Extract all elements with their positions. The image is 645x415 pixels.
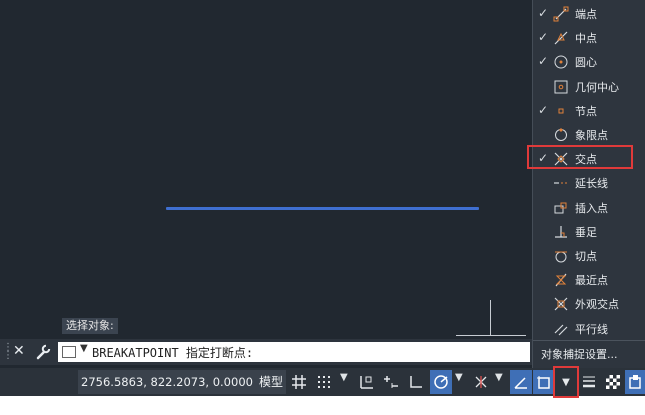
infer-constraints-icon	[360, 376, 373, 389]
osnap-item-perpendicular[interactable]: 垂足	[533, 220, 645, 244]
osnap-item-parallel[interactable]: 平行线	[533, 317, 645, 341]
osnap-item-geometric-center[interactable]: 几何中心	[533, 75, 645, 99]
object-snap-tracking-button[interactable]	[510, 370, 532, 394]
infer-constraints-button[interactable]	[356, 370, 378, 394]
grid-button[interactable]	[288, 370, 310, 394]
osnap-item-label: 平行线	[575, 322, 608, 336]
highlight-box-intersection	[527, 145, 633, 169]
osnap-item-label: 插入点	[575, 201, 608, 215]
object-snap-tracking-icon	[514, 377, 527, 389]
isometric-button[interactable]	[470, 370, 492, 394]
object-snap-menu: ✓ 端点 ✓ 中点 ✓ 圆心 几何中心 ✓ 节点 象限点 ✓ 交点 延长线 插入点 垂足 切点 最近点 外观交点平…	[532, 0, 645, 368]
insertion-icon	[554, 202, 567, 214]
osnap-item-label: 端点	[575, 8, 597, 21]
command-line-bar: ⋮ ⋮ ✕ ▼ BREAKATPOINT 指定打断点:	[0, 339, 532, 365]
ucs-axis-y	[490, 300, 491, 336]
transparency-icon	[606, 375, 620, 389]
close-icon[interactable]: ✕	[13, 343, 25, 359]
polar-tracking-icon	[434, 375, 448, 389]
chevron-down-icon[interactable]: ▼	[495, 372, 503, 383]
object-snap-settings-item[interactable]: 对象捕捉设置...	[541, 346, 618, 362]
osnap-item-label: 最近点	[575, 274, 608, 288]
polar-tracking-button[interactable]	[430, 370, 452, 394]
osnap-item-center[interactable]: ✓ 圆心	[533, 50, 645, 74]
center-icon	[554, 55, 568, 69]
osnap-item-label: 圆心	[575, 56, 597, 70]
object-snap-button[interactable]	[533, 370, 555, 394]
osnap-item-label: 象限点	[575, 129, 608, 142]
ucs-axis-x	[456, 335, 526, 336]
coordinates-readout[interactable]: 2756.5863, 822.2073, 0.0000	[78, 370, 256, 394]
dynamic-input-button[interactable]	[380, 370, 402, 394]
selection-cycling-icon	[629, 375, 641, 389]
transparency-button[interactable]	[602, 370, 624, 394]
extension-icon	[554, 182, 568, 184]
perpendicular-icon	[555, 225, 567, 238]
osnap-item-label: 中点	[575, 32, 597, 46]
chevron-down-icon[interactable]: ▼	[455, 372, 463, 383]
command-prompt-hint: 选择对象:	[62, 318, 118, 334]
dynamic-input-icon	[384, 376, 398, 388]
osnap-item-quadrant[interactable]: 象限点	[533, 123, 645, 147]
checkmark-icon: ✓	[538, 6, 549, 20]
parallel-icon	[554, 324, 568, 336]
osnap-item-nearest[interactable]: 最近点	[533, 268, 645, 292]
node-icon	[558, 108, 564, 114]
ortho-button[interactable]	[405, 370, 427, 394]
osnap-item-endpoint[interactable]: ✓ 端点	[533, 2, 645, 26]
checkmark-icon: ✓	[538, 30, 549, 45]
nearest-icon	[555, 273, 567, 287]
ortho-icon	[410, 376, 422, 388]
osnap-item-label: 几何中心	[575, 80, 619, 94]
command-text: BREAKATPOINT 指定打断点:	[92, 346, 254, 360]
checkmark-icon: ✓	[538, 102, 549, 117]
snap-grid-icon	[318, 376, 330, 388]
endpoint-icon	[553, 6, 569, 22]
highlight-box-osnap-dropdown	[553, 366, 579, 398]
grid-icon	[292, 375, 306, 389]
model-space-button[interactable]: 模型	[256, 370, 286, 394]
osnap-item-label: 垂足	[575, 225, 597, 239]
apparent-intersection-icon	[554, 297, 568, 311]
command-history-icon[interactable]	[62, 346, 76, 358]
geometric-center-icon	[554, 80, 568, 94]
osnap-item-label: 外观交点	[575, 298, 619, 312]
chevron-down-icon[interactable]: ▼	[80, 343, 88, 354]
command-input[interactable]: ▼ BREAKATPOINT 指定打断点:	[58, 342, 530, 362]
osnap-item-apparent-intersection[interactable]: 外观交点	[533, 292, 645, 316]
lineweight-icon	[583, 376, 595, 388]
tangent-icon	[555, 251, 567, 263]
osnap-item-midpoint[interactable]: ✓ 中点	[533, 26, 645, 50]
selection-cycling-button[interactable]	[625, 370, 645, 394]
osnap-item-tangent[interactable]: 切点	[533, 244, 645, 268]
wrench-icon[interactable]	[35, 344, 51, 360]
drawn-line[interactable]	[166, 207, 479, 210]
quadrant-icon	[555, 128, 567, 141]
snap-mode-button[interactable]	[313, 370, 335, 394]
osnap-item-insertion[interactable]: 插入点	[533, 196, 645, 220]
checkmark-icon: ✓	[538, 54, 549, 69]
lineweight-button[interactable]	[578, 370, 600, 394]
osnap-item-label: 延长线	[575, 177, 608, 191]
osnap-item-node[interactable]: ✓ 节点	[533, 99, 645, 123]
osnap-item-extension[interactable]: 延长线	[533, 171, 645, 195]
menu-divider	[533, 340, 645, 341]
grip-handle-icon[interactable]: ⋮ ⋮	[3, 343, 13, 361]
osnap-item-label: 切点	[575, 250, 597, 263]
isodraft-icon	[475, 376, 487, 388]
drawing-canvas[interactable]: 选择对象:	[0, 0, 532, 368]
osnap-item-label: 节点	[575, 104, 597, 118]
object-snap-icon	[537, 376, 550, 389]
midpoint-icon	[554, 31, 568, 45]
chevron-down-icon[interactable]: ▼	[340, 372, 348, 383]
